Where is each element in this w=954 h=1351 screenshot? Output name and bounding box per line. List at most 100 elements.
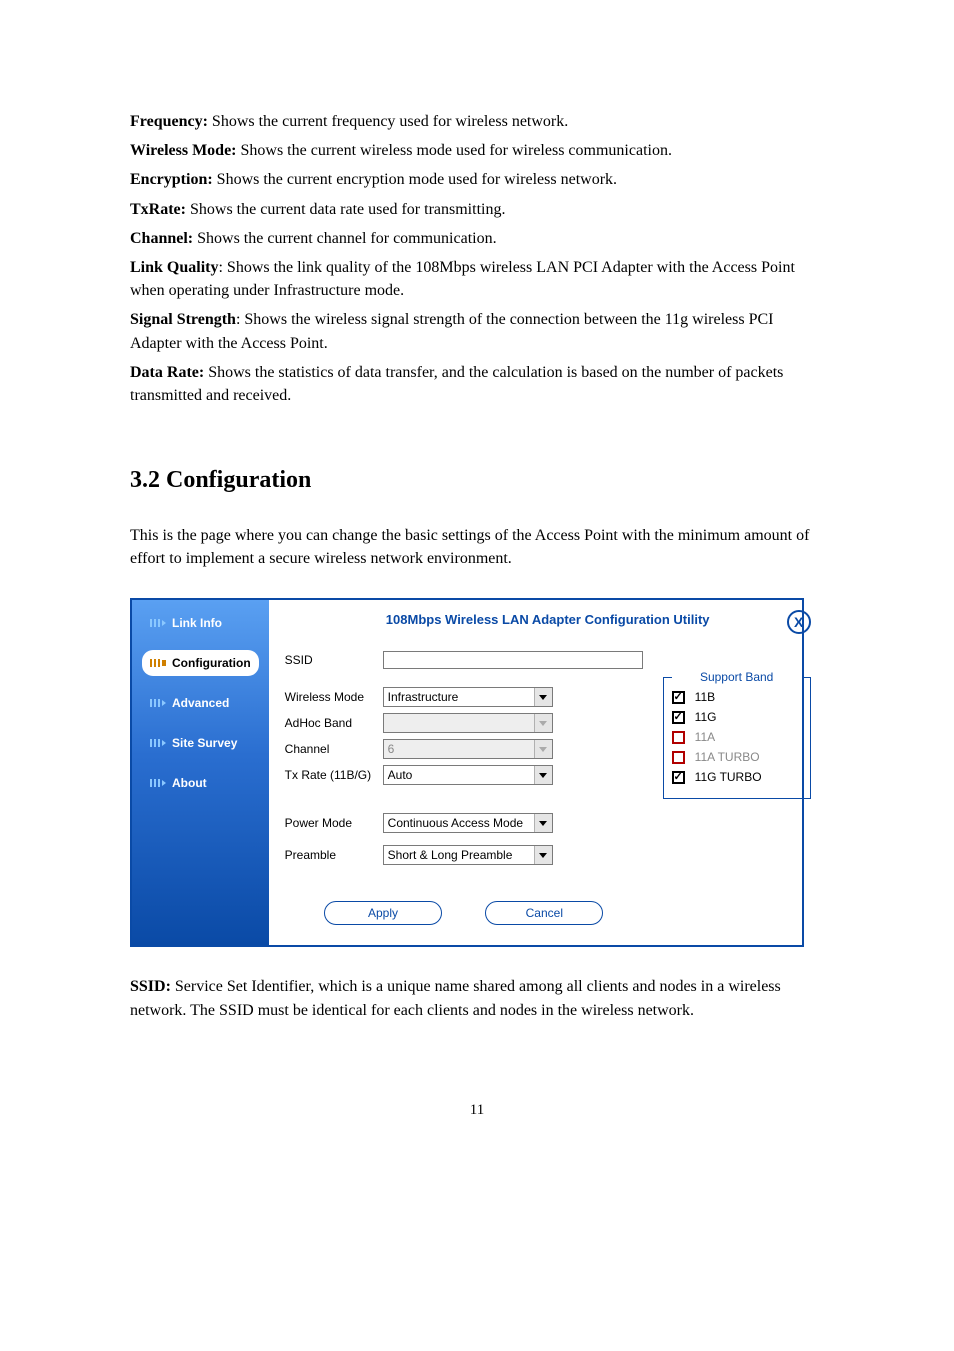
form-area: SSID Wireless Mode Infrastructure AdHoc … — [285, 651, 811, 925]
nav-site-survey[interactable]: Site Survey — [142, 730, 259, 756]
nav-advanced[interactable]: Advanced — [142, 690, 259, 716]
checkbox-11g-turbo[interactable]: ✓ — [672, 771, 685, 784]
label-preamble: Preamble — [285, 848, 383, 862]
row-wireless-mode: Wireless Mode Infrastructure — [285, 687, 643, 707]
select-value: Short & Long Preamble — [388, 848, 513, 862]
checkbox-11b[interactable]: ✓ — [672, 691, 685, 704]
cb-row-11a-turbo: 11A TURBO — [672, 750, 802, 764]
label-tx-rate: Tx Rate (11B/G) — [285, 768, 383, 782]
configuration-utility-window: Link Info Configuration Advanced Site Su… — [130, 598, 804, 947]
cb-label: 11G — [695, 710, 717, 724]
close-icon: X — [794, 615, 803, 629]
bullets-icon — [150, 779, 166, 787]
section-intro: This is the page where you can change th… — [130, 524, 824, 570]
def-term: SSID: — [130, 978, 171, 995]
def-desc: Shows the current encryption mode used f… — [213, 171, 617, 188]
tx-rate-select[interactable]: Auto — [383, 765, 553, 785]
power-mode-select[interactable]: Continuous Access Mode — [383, 813, 553, 833]
def-term: Signal Strength — [130, 311, 236, 328]
def-term: Data Rate: — [130, 364, 204, 381]
select-value: 6 — [388, 742, 395, 756]
def-desc: Shows the current channel for communicat… — [193, 230, 496, 247]
label-channel: Channel — [285, 742, 383, 756]
nav-label: Site Survey — [172, 736, 237, 750]
def-desc: Shows the current data rate used for tra… — [186, 201, 505, 218]
select-value: Infrastructure — [388, 690, 459, 704]
row-power-mode: Power Mode Continuous Access Mode — [285, 813, 643, 833]
cb-row-11g-turbo[interactable]: ✓ 11G TURBO — [672, 770, 802, 784]
check-icon: ✓ — [674, 772, 683, 783]
nav-label: Advanced — [172, 696, 229, 710]
cb-row-11b[interactable]: ✓ 11B — [672, 690, 802, 704]
def-term: TxRate: — [130, 201, 186, 218]
page-number: 11 — [130, 1102, 824, 1119]
row-channel: Channel 6 — [285, 739, 643, 759]
apply-button[interactable]: Apply — [324, 901, 442, 925]
def-term: Encryption: — [130, 171, 213, 188]
chevron-down-icon — [534, 714, 552, 732]
support-band-group: Support Band ✓ 11B ✓ 11G 11A — [663, 677, 811, 799]
row-adhoc-band: AdHoc Band — [285, 713, 643, 733]
cb-label: 11A — [695, 730, 715, 744]
chevron-down-icon — [534, 740, 552, 758]
label-wireless-mode: Wireless Mode — [285, 690, 383, 704]
bullets-icon — [150, 699, 166, 707]
cb-label: 11A TURBO — [695, 750, 760, 764]
document-page: Frequency: Shows the current frequency u… — [0, 0, 954, 1179]
def-desc: : Shows the link quality of the 108Mbps … — [130, 259, 795, 299]
def-wireless-mode: Wireless Mode: Shows the current wireles… — [130, 139, 824, 162]
nav-label: About — [172, 776, 207, 790]
cb-label: 11G TURBO — [695, 770, 762, 784]
channel-select: 6 — [383, 739, 553, 759]
cb-label: 11B — [695, 690, 715, 704]
def-desc: Service Set Identifier, which is a uniqu… — [130, 978, 781, 1018]
preamble-select[interactable]: Short & Long Preamble — [383, 845, 553, 865]
bullets-icon — [150, 619, 166, 627]
adhoc-band-select — [383, 713, 553, 733]
def-term: Channel: — [130, 230, 193, 247]
def-desc: Shows the statistics of data transfer, a… — [130, 364, 783, 404]
check-icon: ✓ — [674, 692, 683, 703]
def-desc: Shows the current frequency used for wir… — [208, 113, 568, 130]
def-desc: Shows the current wireless mode used for… — [237, 142, 672, 159]
def-term: Frequency: — [130, 113, 208, 130]
ssid-input[interactable] — [383, 651, 643, 669]
definitions-block: Frequency: Shows the current frequency u… — [130, 110, 824, 407]
fields-column: SSID Wireless Mode Infrastructure AdHoc … — [285, 651, 643, 925]
label-adhoc-band: AdHoc Band — [285, 716, 383, 730]
bullets-icon — [150, 659, 166, 667]
main-panel: 108Mbps Wireless LAN Adapter Configurati… — [269, 600, 827, 945]
row-tx-rate: Tx Rate (11B/G) Auto — [285, 765, 643, 785]
def-frequency: Frequency: Shows the current frequency u… — [130, 110, 824, 133]
nav-configuration[interactable]: Configuration — [142, 650, 259, 676]
window-title: 108Mbps Wireless LAN Adapter Configurati… — [386, 612, 710, 627]
label-ssid: SSID — [285, 653, 383, 667]
checkbox-11a-turbo — [672, 751, 685, 764]
def-link-quality: Link Quality: Shows the link quality of … — [130, 256, 824, 302]
def-ssid-below: SSID: Service Set Identifier, which is a… — [130, 975, 824, 1021]
sidebar-nav: Link Info Configuration Advanced Site Su… — [132, 600, 269, 945]
def-txrate: TxRate: Shows the current data rate used… — [130, 198, 824, 221]
chevron-down-icon — [534, 846, 552, 864]
nav-label: Link Info — [172, 616, 222, 630]
row-ssid: SSID — [285, 651, 643, 669]
def-term: Wireless Mode: — [130, 142, 237, 159]
checkbox-11a — [672, 731, 685, 744]
check-icon: ✓ — [674, 712, 683, 723]
def-encryption: Encryption: Shows the current encryption… — [130, 168, 824, 191]
nav-about[interactable]: About — [142, 770, 259, 796]
nav-label: Configuration — [172, 656, 251, 670]
chevron-down-icon — [534, 766, 552, 784]
def-term: Link Quality — [130, 259, 218, 276]
def-channel: Channel: Shows the current channel for c… — [130, 227, 824, 250]
checkbox-11g[interactable]: ✓ — [672, 711, 685, 724]
cb-row-11g[interactable]: ✓ 11G — [672, 710, 802, 724]
cancel-button[interactable]: Cancel — [485, 901, 603, 925]
select-value: Auto — [388, 768, 413, 782]
chevron-down-icon — [534, 814, 552, 832]
nav-link-info[interactable]: Link Info — [142, 610, 259, 636]
bullets-icon — [150, 739, 166, 747]
close-button[interactable]: X — [787, 610, 811, 634]
row-preamble: Preamble Short & Long Preamble — [285, 845, 643, 865]
wireless-mode-select[interactable]: Infrastructure — [383, 687, 553, 707]
